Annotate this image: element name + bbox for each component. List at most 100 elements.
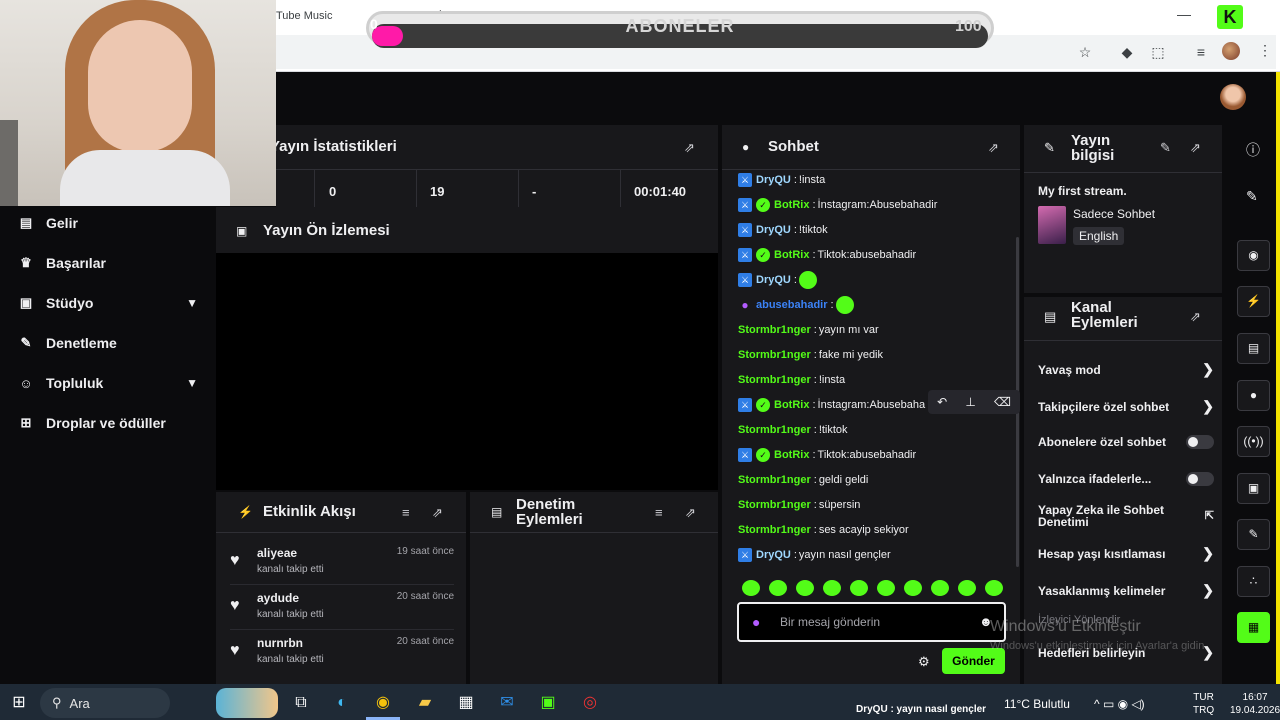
edge-icon[interactable]: ◐ <box>331 692 353 714</box>
chat-username[interactable]: abusebahadir <box>756 299 828 311</box>
kick-logo[interactable]: K <box>1217 5 1243 29</box>
chat-username[interactable]: Stormbr1nger <box>738 374 811 386</box>
puzzle-icon[interactable]: ⬚ <box>1150 44 1166 60</box>
chat-username[interactable]: BotRix <box>774 249 809 261</box>
category-thumbnail[interactable] <box>1038 206 1066 244</box>
clapperboard-icon[interactable]: ▦ <box>1237 612 1270 643</box>
popout-icon[interactable]: ⇗ <box>1190 140 1201 156</box>
bookmark-star-icon[interactable]: ☆ <box>1077 44 1093 60</box>
chat-username[interactable]: DryQU <box>756 174 791 186</box>
account-age-row[interactable]: Hesap yaşı kısıtlaması ❯ <box>1038 545 1214 562</box>
slow-mode-row[interactable]: Yavaş mod ❯ <box>1038 361 1214 378</box>
chat-message[interactable]: ⚔ ✓ BotRix: İnstagram:Abusebaha <box>738 395 925 415</box>
chat-username[interactable]: Stormbr1nger <box>738 474 811 486</box>
emotes-only-toggle[interactable] <box>1186 472 1214 486</box>
widgets-icon[interactable] <box>216 688 278 718</box>
outlook-icon[interactable]: ✉ <box>496 692 518 714</box>
chat-message[interactable]: ⚔ ✓ BotRix: İnstagram:Abusebahadir <box>738 195 937 215</box>
chat-username[interactable]: Stormbr1nger <box>738 524 811 536</box>
emote-button[interactable] <box>796 580 814 596</box>
nav-item-drops[interactable]: ⊞ Droplar ve ödüller <box>18 409 198 437</box>
chat-message[interactable]: ● abusebahadir: <box>738 295 854 315</box>
chat-username[interactable]: Stormbr1nger <box>738 424 811 436</box>
chat-message[interactable]: Stormbr1nger: !tiktok <box>738 420 848 440</box>
chat-message[interactable]: Stormbr1nger: süpersin <box>738 495 860 515</box>
chat-notification[interactable]: DryQU : yayın nasıl gençler <box>856 704 986 715</box>
chat-message[interactable]: Stormbr1nger: yayın mı var <box>738 320 879 340</box>
chrome-icon[interactable]: ◉ <box>372 692 394 714</box>
document-icon[interactable]: ▤ <box>1237 333 1270 364</box>
extension-icon[interactable]: ◆ <box>1119 44 1135 60</box>
chat-message[interactable]: Stormbr1nger: fake mi yedik <box>738 345 883 365</box>
file-explorer-icon[interactable]: ▰ <box>414 692 436 714</box>
chat-message[interactable]: Stormbr1nger: geldi geldi <box>738 470 868 490</box>
clock[interactable]: 16:07 19.04.2026 <box>1230 691 1280 717</box>
profile-avatar[interactable] <box>1220 84 1246 110</box>
emote-button[interactable] <box>904 580 922 596</box>
tray-icons[interactable]: ^ ▭ ◉ ◁) <box>1094 697 1145 711</box>
chat-message[interactable]: Stormbr1nger: ses acayip sekiyor <box>738 520 909 540</box>
weather-widget[interactable]: 11°C Bulutlu <box>1004 697 1070 711</box>
info-icon[interactable]: ⓘ <box>1246 140 1260 160</box>
ai-moderation-row[interactable]: Yapay Zeka ile Sohbet Denetimi ⇱ <box>1038 504 1214 528</box>
taskbar-search[interactable]: ⚲ Ara <box>40 688 170 718</box>
filter-icon[interactable]: ≡ <box>655 505 663 520</box>
chat-username[interactable]: DryQU <box>756 224 791 236</box>
nav-item-revenue[interactable]: ▤ Gelir <box>18 209 198 237</box>
chat-message[interactable]: ⚔ ✓ BotRix: Tiktok:abusebahadir <box>738 245 916 265</box>
pin-icon[interactable]: ⊥ <box>965 395 975 409</box>
delete-icon[interactable]: ⌫ <box>994 395 1011 409</box>
camera-icon[interactable]: ◉ <box>1237 240 1270 271</box>
store-icon[interactable]: ▦ <box>455 692 477 714</box>
chat-bubble-icon[interactable]: ● <box>1237 380 1270 411</box>
browser-profile-avatar[interactable] <box>1222 42 1240 60</box>
chat-username[interactable]: BotRix <box>774 199 809 211</box>
reply-icon[interactable]: ↶ <box>937 395 947 409</box>
subscribers-only-toggle[interactable] <box>1186 435 1214 449</box>
banned-words-row[interactable]: Yasaklanmış kelimeler ❯ <box>1038 582 1214 599</box>
nav-item-achievements[interactable]: ♛ Başarılar <box>18 249 198 277</box>
popout-icon[interactable]: ⇗ <box>685 505 696 521</box>
emote-button[interactable] <box>850 580 868 596</box>
chat-username[interactable]: DryQU <box>756 549 791 561</box>
windows-start-icon[interactable]: ⊞ <box>8 692 30 714</box>
chat-message[interactable]: Stormbr1nger: !insta <box>738 370 845 390</box>
emote-button[interactable] <box>958 580 976 596</box>
chat-username[interactable]: DryQU <box>756 274 791 286</box>
chat-username[interactable]: BotRix <box>774 399 809 411</box>
wrench-icon[interactable]: ✎ <box>1237 519 1270 550</box>
gear-icon[interactable]: ⚙ <box>918 654 930 670</box>
community-icon[interactable]: ∴ <box>1237 566 1270 597</box>
nav-item-studio[interactable]: ▣ Stüdyo ▼ <box>18 289 198 317</box>
popout-icon[interactable]: ⇗ <box>684 140 695 156</box>
browser-tab-title[interactable]: Tube Music <box>276 10 332 22</box>
emote-button[interactable] <box>823 580 841 596</box>
emote-button[interactable] <box>769 580 787 596</box>
chat-message[interactable]: ⚔ DryQU: !insta <box>738 170 825 190</box>
app-icon[interactable]: ▣ <box>537 692 559 714</box>
browser-menu-icon[interactable]: ⋮ <box>1258 42 1272 59</box>
emote-button[interactable] <box>877 580 895 596</box>
popout-icon[interactable]: ⇗ <box>1190 309 1201 325</box>
stream-category[interactable]: Sadece Sohbet <box>1073 207 1155 221</box>
emote-button[interactable] <box>985 580 1003 596</box>
task-view-icon[interactable]: ⧉ <box>290 692 312 714</box>
chat-message[interactable]: ⚔ ✓ BotRix: Tiktok:abusebahadir <box>738 445 916 465</box>
nav-item-moderation[interactable]: ✎ Denetleme <box>18 329 198 357</box>
chat-username[interactable]: Stormbr1nger <box>738 499 811 511</box>
edit-icon[interactable]: ✎ <box>1160 140 1171 156</box>
media-queue-icon[interactable]: ≡ <box>1193 44 1209 60</box>
popout-icon[interactable]: ⇗ <box>432 505 443 521</box>
edit-icon[interactable]: ✎ <box>1246 188 1258 205</box>
followers-only-row[interactable]: Takipçilere özel sohbet ❯ <box>1038 398 1214 415</box>
obs-icon[interactable]: ◎ <box>579 692 601 714</box>
chat-message[interactable]: ⚔ DryQU: <box>738 270 817 290</box>
video-icon[interactable]: ▣ <box>1237 473 1270 504</box>
chat-message[interactable]: ⚔ DryQU: yayın nasıl gençler <box>738 545 891 565</box>
chat-username[interactable]: BotRix <box>774 449 809 461</box>
emote-button[interactable] <box>931 580 949 596</box>
nav-item-community[interactable]: ☺ Topluluk ▼ <box>18 369 198 397</box>
broadcast-icon[interactable]: ((•)) <box>1237 426 1270 457</box>
lightning-icon[interactable]: ⚡ <box>1237 286 1270 317</box>
chat-username[interactable]: Stormbr1nger <box>738 324 811 336</box>
